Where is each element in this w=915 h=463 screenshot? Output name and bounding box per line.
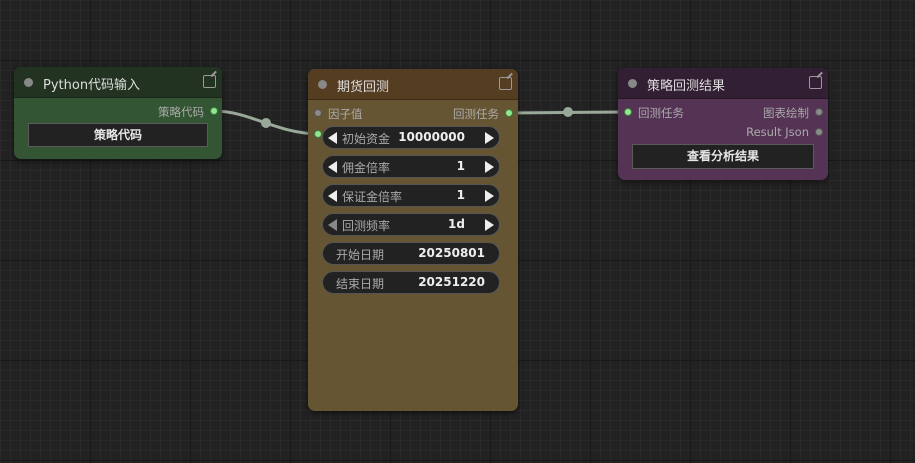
- output-label-chart: 图表绘制: [763, 106, 809, 120]
- widget-label: 初始资金: [342, 132, 391, 146]
- widget-value: 1: [456, 188, 465, 202]
- futures-backtest-node[interactable]: 期货回测 因子值 回测任务 初始资金 10000000 佣金倍率 1 保证金倍率…: [308, 69, 518, 411]
- output-label-strategy-code: 策略代码: [158, 105, 204, 119]
- output-slot-chart[interactable]: [815, 108, 823, 116]
- collapse-dot-icon[interactable]: [628, 79, 637, 88]
- widget-label: 佣金倍率: [342, 161, 391, 175]
- node-header[interactable]: Python代码输入: [14, 67, 222, 98]
- node-title: 策略回测结果: [647, 79, 726, 94]
- node-title: 期货回测: [337, 80, 390, 95]
- output-slot-result-json[interactable]: [815, 128, 823, 136]
- node-header[interactable]: 策略回测结果: [618, 68, 828, 99]
- edit-icon[interactable]: [499, 77, 512, 90]
- decrement-arrow-icon[interactable]: [328, 161, 337, 173]
- start-date-field[interactable]: 开始日期 20250801: [322, 242, 500, 265]
- widget-value: 20250801: [418, 246, 485, 260]
- input-label-factor: 因子值: [328, 107, 363, 121]
- increment-arrow-icon[interactable]: [485, 190, 494, 202]
- end-date-field[interactable]: 结束日期 20251220: [322, 271, 500, 294]
- link-backtest-to-result[interactable]: [508, 110, 628, 115]
- increment-arrow-icon[interactable]: [485, 132, 494, 144]
- link-midpoint-handle[interactable]: [261, 118, 271, 128]
- decrement-arrow-icon[interactable]: [328, 132, 337, 144]
- output-slot-strategy-code[interactable]: [210, 107, 218, 115]
- link-code-to-backtest[interactable]: [213, 109, 319, 136]
- widget-label: 保证金倍率: [342, 190, 403, 204]
- increment-arrow-icon[interactable]: [485, 161, 494, 173]
- python-code-input-node[interactable]: Python代码输入 策略代码 策略代码: [14, 67, 222, 159]
- edit-icon[interactable]: [809, 76, 822, 89]
- decrement-arrow-icon[interactable]: [328, 219, 337, 231]
- widget-value: 20251220: [418, 275, 485, 289]
- output-label-result-json: Result Json: [746, 125, 809, 139]
- view-analysis-results-button[interactable]: 查看分析结果: [632, 144, 814, 169]
- input-slot-backtest-task[interactable]: [624, 108, 632, 116]
- collapse-dot-icon[interactable]: [318, 80, 327, 89]
- widget-value: 10000000: [398, 130, 465, 144]
- widget-value: 1: [456, 159, 465, 173]
- collapse-dot-icon[interactable]: [24, 78, 33, 87]
- output-label-backtest-task: 回测任务: [453, 107, 499, 121]
- widget-label: 结束日期: [336, 277, 385, 291]
- input-label-backtest-task: 回测任务: [638, 106, 684, 120]
- edit-icon[interactable]: [203, 75, 216, 88]
- input-slot-factor[interactable]: [314, 109, 322, 117]
- strategy-code-button[interactable]: 策略代码: [28, 123, 208, 147]
- decrement-arrow-icon[interactable]: [328, 190, 337, 202]
- node-title: Python代码输入: [43, 78, 141, 93]
- increment-arrow-icon[interactable]: [485, 219, 494, 231]
- margin-multiplier-widget[interactable]: 保证金倍率 1: [322, 184, 500, 207]
- backtest-result-node[interactable]: 策略回测结果 回测任务 图表绘制 Result Json 查看分析结果: [618, 68, 828, 180]
- initial-capital-widget[interactable]: 初始资金 10000000: [322, 126, 500, 149]
- input-slot-strategy-code[interactable]: [314, 130, 322, 138]
- link-midpoint-handle[interactable]: [563, 107, 573, 117]
- output-slot-backtest-task[interactable]: [505, 109, 513, 117]
- backtest-frequency-combo[interactable]: 回测频率 1d: [322, 213, 500, 236]
- widget-value: 1d: [448, 217, 465, 231]
- widget-label: 回测频率: [342, 219, 391, 233]
- widget-label: 开始日期: [336, 248, 385, 262]
- node-header[interactable]: 期货回测: [308, 69, 518, 100]
- commission-multiplier-widget[interactable]: 佣金倍率 1: [322, 155, 500, 178]
